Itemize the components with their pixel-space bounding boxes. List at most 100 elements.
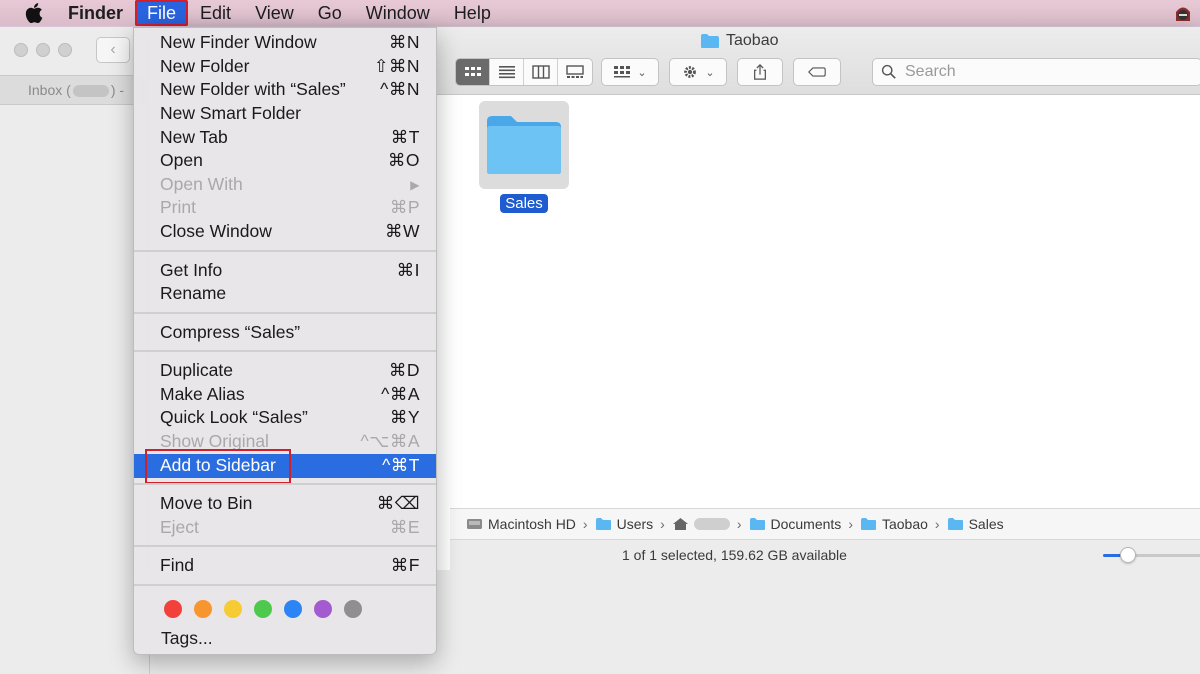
menu-item-compress[interactable]: Compress “Sales” — [134, 321, 436, 345]
menu-item-open[interactable]: Open ⌘O — [134, 149, 436, 173]
path-item-macintosh-hd[interactable]: Macintosh HD — [466, 516, 576, 532]
menu-item-rename[interactable]: Rename — [134, 282, 436, 306]
tag-green-dot[interactable] — [254, 600, 272, 618]
group-by-button[interactable]: ⌄ — [601, 58, 659, 86]
hard-drive-icon — [467, 519, 482, 529]
menu-item-tags[interactable]: Tags... — [161, 628, 213, 649]
status-bar: 1 of 1 selected, 159.62 GB available — [450, 539, 1200, 570]
tag-blue-dot[interactable] — [284, 600, 302, 618]
folder-icon — [701, 34, 719, 48]
menu-divider — [134, 250, 436, 252]
menu-item-new-smart-folder[interactable]: New Smart Folder — [134, 102, 436, 126]
zoom-window-button[interactable] — [58, 43, 72, 57]
path-item-documents[interactable]: Documents — [749, 516, 841, 532]
tag-yellow-dot[interactable] — [224, 600, 242, 618]
tag-orange-dot[interactable] — [194, 600, 212, 618]
menu-item-move-to-bin[interactable]: Move to Bin ⌘⌫ — [134, 492, 436, 516]
search-icon — [881, 64, 896, 79]
inbox-tab-label-end: ) - — [110, 82, 125, 98]
view-mode-group — [455, 58, 593, 86]
gear-icon — [684, 66, 697, 78]
menu-item-get-info[interactable]: Get Info ⌘I — [134, 259, 436, 283]
gallery-view-button[interactable] — [558, 59, 592, 85]
list-view-button[interactable] — [490, 59, 524, 85]
menu-item-open-with[interactable]: Open With ▶ — [134, 173, 436, 197]
window-title-text: Taobao — [726, 32, 779, 49]
redacted-username — [693, 518, 730, 530]
app-name-finder[interactable]: Finder — [68, 3, 135, 24]
apple-menu-icon[interactable] — [0, 3, 68, 23]
group-grid-icon — [614, 66, 631, 78]
status-app-icon[interactable] — [1172, 3, 1194, 23]
gallery-icon — [566, 65, 584, 78]
menu-item-new-folder[interactable]: New Folder ⇧⌘N — [134, 55, 436, 79]
home-icon — [672, 518, 688, 530]
documents-folder-icon — [749, 518, 765, 530]
menu-bar: Finder File Edit View Go Window Help — [0, 0, 1200, 26]
grid-icon — [464, 67, 481, 76]
columns-icon — [531, 65, 550, 79]
icon-size-slider-knob[interactable] — [1120, 547, 1136, 563]
menu-window[interactable]: Window — [354, 0, 442, 26]
path-separator: › — [934, 516, 940, 532]
icon-view-button[interactable] — [456, 59, 490, 85]
back-button[interactable]: ‹ — [96, 37, 130, 63]
tag-purple-dot[interactable] — [314, 600, 332, 618]
path-item-home[interactable] — [672, 517, 730, 531]
menu-divider — [134, 584, 436, 586]
submenu-arrow-icon: ▶ — [410, 177, 420, 192]
menu-item-quick-look[interactable]: Quick Look “Sales” ⌘Y — [134, 406, 436, 430]
path-separator: › — [736, 516, 742, 532]
menu-divider — [134, 350, 436, 352]
menu-item-new-finder-window[interactable]: New Finder Window ⌘N — [134, 31, 436, 55]
menu-view[interactable]: View — [243, 0, 306, 26]
menu-item-show-original[interactable]: Show Original ^⌥⌘A — [134, 430, 436, 454]
menu-go[interactable]: Go — [306, 0, 354, 26]
menu-item-eject[interactable]: Eject ⌘E — [134, 516, 436, 540]
redacted-count — [72, 85, 109, 98]
window-title: Taobao — [700, 32, 779, 50]
search-field[interactable] — [872, 58, 1200, 86]
folder-icon — [595, 518, 611, 530]
window-controls — [14, 43, 72, 57]
folder-item-sales[interactable]: Sales — [479, 101, 569, 213]
menu-item-new-folder-with-selection[interactable]: New Folder with “Sales” ^⌘N — [134, 78, 436, 102]
mail-tab[interactable]: Inbox ( ) - — [0, 75, 150, 105]
menu-divider — [134, 483, 436, 485]
inbox-tab-label-start: Inbox ( — [28, 82, 71, 98]
status-text: 1 of 1 selected, 159.62 GB available — [622, 547, 847, 563]
tag-gray-dot[interactable] — [344, 600, 362, 618]
menu-file[interactable]: File — [135, 0, 189, 26]
tag-icon — [808, 67, 826, 77]
menu-divider — [134, 545, 436, 547]
menu-edit[interactable]: Edit — [188, 0, 243, 26]
path-item-users[interactable]: Users — [595, 516, 653, 532]
path-item-sales[interactable]: Sales — [947, 516, 1004, 532]
share-icon — [754, 64, 766, 80]
folder-icon — [487, 116, 561, 174]
edit-tags-button[interactable] — [793, 58, 841, 86]
minimize-window-button[interactable] — [36, 43, 50, 57]
menu-item-make-alias[interactable]: Make Alias ^⌘A — [134, 383, 436, 407]
folder-icon-selected — [479, 101, 569, 189]
path-bar: Macintosh HD › Users › › Documents › Tao… — [450, 508, 1200, 539]
action-button[interactable]: ⌄ — [669, 58, 727, 86]
column-view-button[interactable] — [524, 59, 558, 85]
path-item-taobao[interactable]: Taobao — [860, 516, 928, 532]
share-button[interactable] — [737, 58, 783, 86]
menu-item-find[interactable]: Find ⌘F — [134, 554, 436, 578]
folder-icon — [947, 518, 963, 530]
chevron-down-icon: ⌄ — [637, 66, 647, 79]
tag-color-row — [164, 600, 362, 618]
menu-item-add-to-sidebar[interactable]: Add to Sidebar ^⌘T — [134, 454, 436, 478]
folder-name-label[interactable]: Sales — [500, 194, 548, 213]
menu-item-duplicate[interactable]: Duplicate ⌘D — [134, 359, 436, 383]
menu-help[interactable]: Help — [442, 0, 503, 26]
background-mail-window: ‹ Inbox ( ) - — [0, 27, 150, 674]
menu-item-print[interactable]: Print ⌘P — [134, 196, 436, 220]
menu-item-close-window[interactable]: Close Window ⌘W — [134, 220, 436, 244]
tag-red-dot[interactable] — [164, 600, 182, 618]
close-window-button[interactable] — [14, 43, 28, 57]
menu-item-new-tab[interactable]: New Tab ⌘T — [134, 126, 436, 150]
search-input[interactable] — [905, 63, 1185, 81]
